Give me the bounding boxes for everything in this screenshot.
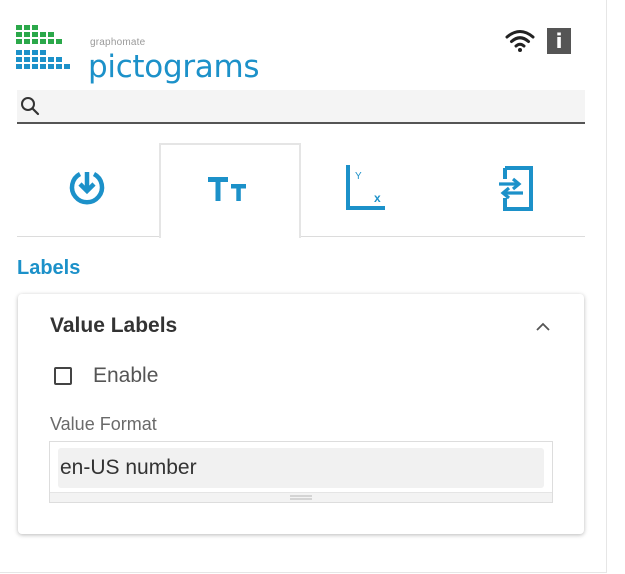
enable-checkbox[interactable] xyxy=(54,367,72,385)
value-format-input[interactable]: en-US number xyxy=(58,448,544,488)
logo-mark-icon xyxy=(16,25,70,69)
info-button[interactable]: i xyxy=(547,28,571,54)
tab-labels[interactable] xyxy=(159,143,301,238)
value-labels-card: Value Labels Enable Value Format en-US n… xyxy=(18,294,584,534)
value-format-field: en-US number xyxy=(49,441,553,503)
chevron-up-icon[interactable] xyxy=(533,317,553,337)
logo: graphomate pictograms xyxy=(16,25,266,87)
enable-label: Enable xyxy=(93,364,159,387)
logo-product-name: pictograms xyxy=(88,49,260,85)
svg-text:x: x xyxy=(374,191,381,205)
tab-bar: Y x xyxy=(17,143,585,238)
text-typography-icon xyxy=(208,177,246,201)
import-export-icon xyxy=(499,166,533,211)
search-input[interactable] xyxy=(47,94,581,120)
tab-data[interactable] xyxy=(17,143,159,237)
axis-xy-icon: Y x xyxy=(346,165,385,210)
search-bar xyxy=(17,90,585,124)
logo-company-name: graphomate xyxy=(90,37,146,48)
wifi-icon[interactable] xyxy=(505,27,535,53)
data-refresh-icon xyxy=(69,172,105,205)
svg-text:Y: Y xyxy=(355,171,362,182)
resize-handle[interactable] xyxy=(50,492,552,502)
value-format-label: Value Format xyxy=(50,414,157,434)
grip-icon xyxy=(290,495,312,500)
card-title: Value Labels xyxy=(50,314,178,337)
search-icon xyxy=(21,97,40,116)
section-title: Labels xyxy=(17,257,81,279)
tab-import-export[interactable] xyxy=(443,143,585,237)
tab-axis[interactable]: Y x xyxy=(301,143,443,237)
